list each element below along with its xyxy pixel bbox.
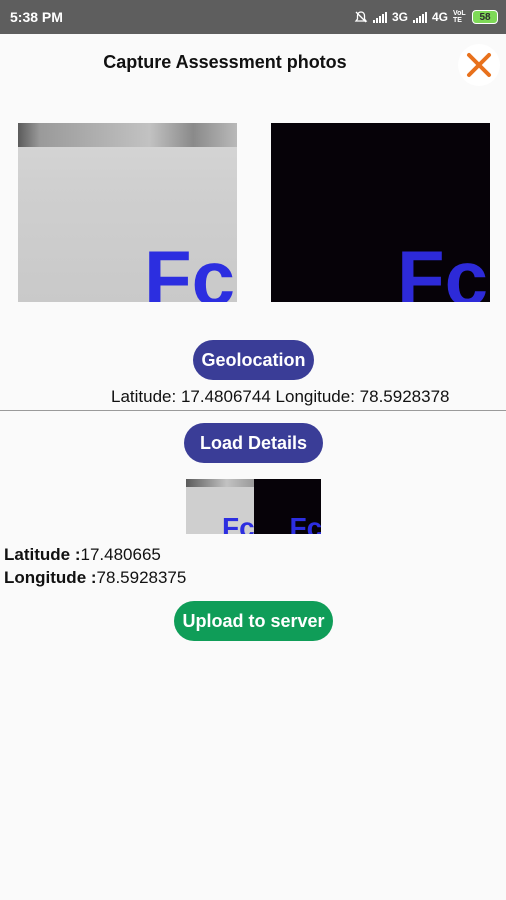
captured-photo-1[interactable]: Fc bbox=[18, 123, 237, 302]
close-button[interactable] bbox=[458, 44, 500, 86]
network-type-1: 3G bbox=[391, 10, 408, 24]
signal-icon-2 bbox=[412, 11, 427, 23]
detail-latitude-label: Latitude : bbox=[4, 545, 81, 564]
close-icon bbox=[467, 53, 491, 77]
detail-longitude-label: Longitude : bbox=[4, 568, 97, 587]
photo-shadow bbox=[18, 123, 237, 147]
status-icons: 3G 4G VoLTE 58 bbox=[354, 10, 498, 24]
divider bbox=[0, 410, 506, 411]
thumbnail-shadow bbox=[186, 479, 254, 487]
latitude-value: 17.4806744 bbox=[180, 387, 271, 406]
volte-badge: VoLTE bbox=[453, 10, 466, 24]
latitude-label: Latitude: bbox=[111, 387, 177, 406]
detail-longitude: Longitude :78.5928375 bbox=[4, 568, 186, 588]
thumbnail-right: Fc bbox=[253, 479, 322, 534]
upload-to-server-button[interactable]: Upload to server bbox=[174, 601, 333, 641]
network-type-2: 4G bbox=[431, 10, 448, 24]
battery-icon: 58 bbox=[472, 10, 498, 24]
photo-glyph: Fc bbox=[144, 234, 236, 302]
title-bar: Capture Assessment photos bbox=[0, 34, 506, 94]
thumbnail-glyph: Fc bbox=[222, 512, 254, 534]
load-details-button[interactable]: Load Details bbox=[184, 423, 323, 463]
geolocation-coordinates: Latitude: 17.4806744 Longitude: 78.59283… bbox=[111, 387, 450, 407]
mute-alarm-icon bbox=[354, 11, 368, 23]
longitude-label: Longitude: bbox=[275, 387, 355, 406]
combined-thumbnail: Fc Fc bbox=[186, 479, 321, 534]
signal-icon-1 bbox=[372, 11, 387, 23]
battery-level: 58 bbox=[479, 11, 491, 23]
page-title: Capture Assessment photos bbox=[103, 52, 347, 72]
thumbnail-glyph: Fc bbox=[289, 512, 322, 534]
status-bar: 5:38 PM 3G 4G VoLTE 58 bbox=[0, 0, 506, 34]
geolocation-button[interactable]: Geolocation bbox=[193, 340, 314, 380]
photo-glyph: Fc bbox=[397, 234, 489, 302]
status-time: 5:38 PM bbox=[10, 9, 63, 25]
thumbnail-left: Fc bbox=[186, 479, 254, 534]
detail-latitude-value: 17.480665 bbox=[80, 545, 161, 564]
captured-photo-2[interactable]: Fc bbox=[271, 123, 490, 302]
longitude-value: 78.5928378 bbox=[359, 387, 450, 406]
detail-latitude: Latitude :17.480665 bbox=[4, 545, 161, 565]
detail-longitude-value: 78.5928375 bbox=[96, 568, 187, 587]
